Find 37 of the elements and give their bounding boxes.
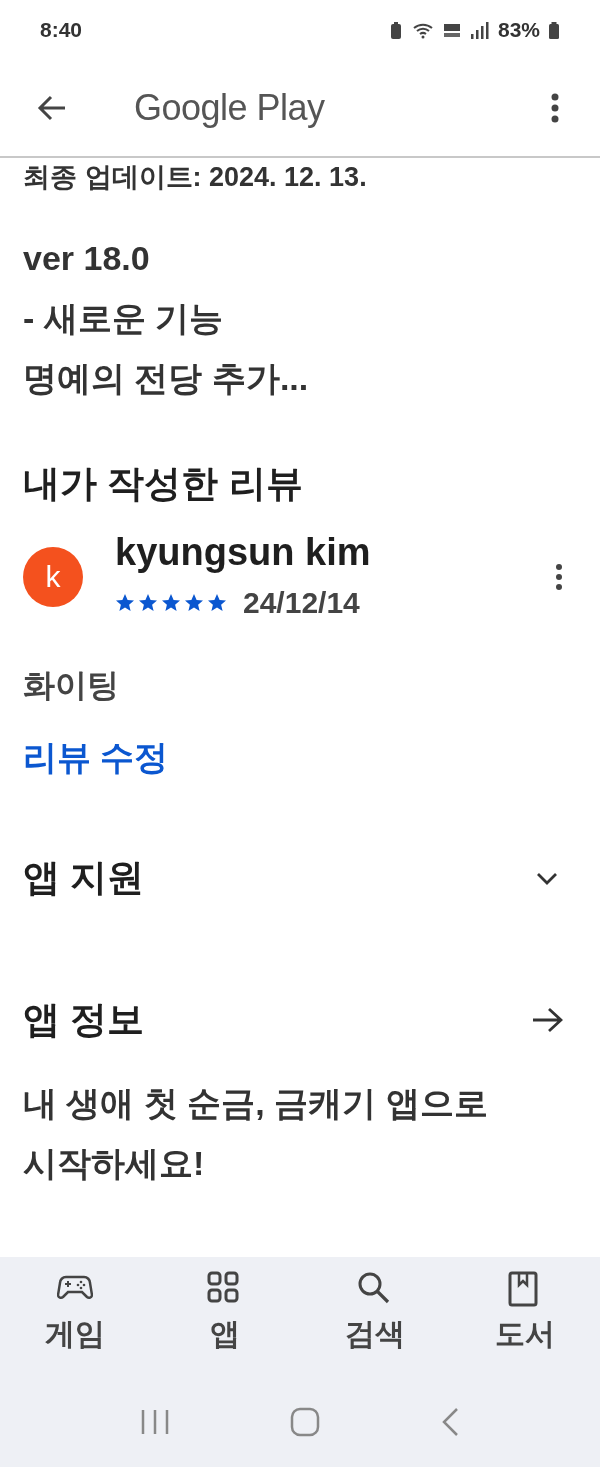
recents-icon (140, 1408, 169, 1436)
system-back-button[interactable] (441, 1407, 460, 1437)
avatar: k (23, 546, 83, 607)
chevron-down-icon (535, 870, 559, 886)
home-button[interactable] (290, 1407, 320, 1437)
app-description: 내 생애 첫 순금, 금캐기 앱으로 시작하세요! (23, 1083, 489, 1184)
recents-button[interactable] (140, 1408, 169, 1436)
star-icon (138, 593, 158, 612)
whats-new-line: ver 18.0 (23, 238, 151, 279)
nav-tab[interactable]: 게임 (0, 1271, 150, 1377)
review-date: 24/12/14 (243, 585, 360, 621)
star-icon (161, 593, 181, 612)
whats-new-line: 명예의 전당 추가... (23, 358, 310, 399)
section-row[interactable]: 앱 지원 (23, 833, 577, 923)
battery-icon (548, 20, 560, 40)
section-row[interactable]: 앱 정보 (23, 975, 577, 1065)
header-title: Google Play (134, 86, 325, 130)
section-heading: 내가 작성한 리뷰 (23, 462, 304, 506)
back-chevron-icon (441, 1407, 460, 1437)
signal-icon (469, 20, 490, 40)
review-text: 화이팅 (23, 666, 120, 705)
star-icon (207, 593, 227, 612)
whats-new-line: - 새로운 기능 (23, 298, 225, 339)
more-vertical-icon (550, 92, 560, 124)
last-updated-text: 최종 업데이트: 2024. 12. 13. (23, 161, 368, 194)
nav-tab[interactable]: 도서 (450, 1271, 600, 1377)
reviewer-name: kyungsun kim (115, 530, 371, 575)
nav-tab[interactable]: 검색 (300, 1271, 450, 1377)
battery-percent: 83% (497, 17, 540, 44)
arrow-right-icon (531, 1006, 563, 1034)
star-icon (184, 593, 204, 612)
home-icon (290, 1407, 320, 1437)
star-icon (115, 593, 135, 612)
status-time: 8:40 (40, 17, 83, 44)
more-vertical-icon (555, 562, 563, 591)
nav-tab[interactable]: 앱 (150, 1271, 300, 1377)
edit-review-link[interactable]: 리뷰 수정 (23, 735, 169, 779)
